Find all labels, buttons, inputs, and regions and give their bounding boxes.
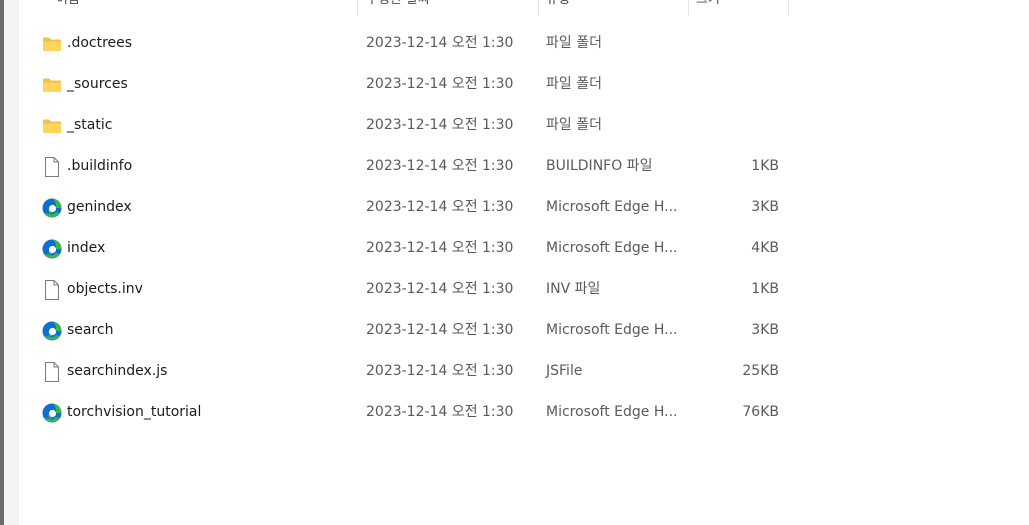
file-icon <box>41 279 63 301</box>
file-size: 1KB <box>751 158 779 174</box>
column-header-size[interactable]: 크기 <box>696 0 720 16</box>
file-name: _static <box>67 117 113 133</box>
file-type: 파일 폴더 <box>546 76 602 92</box>
column-divider[interactable] <box>357 0 358 16</box>
file-size: 25KB <box>742 363 779 379</box>
file-size <box>679 64 779 105</box>
file-name: searchindex.js <box>67 363 168 379</box>
file-type: Microsoft Edge H... <box>546 404 678 420</box>
file-name: search <box>67 322 114 338</box>
file-row[interactable]: .doctrees 2023-12-14 오전 1:30 파일 폴더 <box>19 23 1029 64</box>
file-name: .buildinfo <box>67 158 133 174</box>
file-name: objects.inv <box>67 281 143 297</box>
file-modified-date: 2023-12-14 오전 1:30 <box>366 404 514 420</box>
column-header-name[interactable]: 이름 <box>56 0 80 16</box>
file-modified-date: 2023-12-14 오전 1:30 <box>366 322 514 338</box>
file-size: 3KB <box>751 199 779 215</box>
file-type: 파일 폴더 <box>546 35 602 51</box>
file-row[interactable]: index 2023-12-14 오전 1:30 Microsoft Edge H.… <box>19 228 1029 269</box>
file-row[interactable]: search 2023-12-14 오전 1:30 Microsoft Edge H… <box>19 310 1029 351</box>
file-size: 4KB <box>751 240 779 256</box>
column-header-type[interactable]: 유형 <box>546 0 570 16</box>
file-icon <box>41 361 63 383</box>
file-type: Microsoft Edge H... <box>546 322 678 338</box>
file-type: Microsoft Edge H... <box>546 240 678 256</box>
file-size: 76KB <box>742 404 779 420</box>
folder-icon <box>41 74 63 96</box>
file-row[interactable]: torchvision_tutorial 2023-12-14 오전 1:30 Mi… <box>19 392 1029 433</box>
file-row[interactable]: objects.inv 2023-12-14 오전 1:30 INV 파일 1KB <box>19 269 1029 310</box>
column-divider[interactable] <box>788 0 789 16</box>
file-modified-date: 2023-12-14 오전 1:30 <box>366 240 514 256</box>
file-list: .doctrees 2023-12-14 오전 1:30 파일 폴더 _sources… <box>19 23 1029 433</box>
folder-icon <box>41 115 63 137</box>
file-type: BUILDINFO 파일 <box>546 158 653 174</box>
column-header-date[interactable]: 수정한 날짜 <box>366 0 430 16</box>
column-divider[interactable] <box>538 0 539 16</box>
file-size: 1KB <box>751 281 779 297</box>
file-row[interactable]: _static 2023-12-14 오전 1:30 파일 폴더 <box>19 105 1029 146</box>
edge-icon <box>41 238 63 260</box>
file-size <box>679 105 779 146</box>
file-type: INV 파일 <box>546 281 601 297</box>
file-size: 3KB <box>751 322 779 338</box>
file-modified-date: 2023-12-14 오전 1:30 <box>366 363 514 379</box>
file-modified-date: 2023-12-14 오전 1:30 <box>366 117 514 133</box>
column-header-row: 이름 수정한 날짜 유형 크기 <box>19 0 1029 16</box>
file-type: Microsoft Edge H... <box>546 199 678 215</box>
file-name: .doctrees <box>67 35 133 51</box>
edge-icon <box>41 197 63 219</box>
file-type: 파일 폴더 <box>546 117 602 133</box>
edge-icon <box>41 320 63 342</box>
file-modified-date: 2023-12-14 오전 1:30 <box>366 76 514 92</box>
column-divider[interactable] <box>688 0 689 16</box>
file-name: index <box>67 240 106 256</box>
file-row[interactable]: genindex 2023-12-14 오전 1:30 Microsoft Edge… <box>19 187 1029 228</box>
file-row[interactable]: searchindex.js 2023-12-14 오전 1:30 JSFile 25… <box>19 351 1029 392</box>
edge-icon <box>41 402 63 424</box>
file-modified-date: 2023-12-14 오전 1:30 <box>366 199 514 215</box>
file-modified-date: 2023-12-14 오전 1:30 <box>366 35 514 51</box>
file-size <box>679 23 779 64</box>
file-icon <box>41 156 63 178</box>
file-name: _sources <box>67 76 128 92</box>
file-name: torchvision_tutorial <box>67 404 202 420</box>
file-modified-date: 2023-12-14 오전 1:30 <box>366 158 514 174</box>
file-row[interactable]: _sources 2023-12-14 오전 1:30 파일 폴더 <box>19 64 1029 105</box>
navigation-pane-edge <box>4 0 19 525</box>
file-name: genindex <box>67 199 132 215</box>
file-modified-date: 2023-12-14 오전 1:30 <box>366 281 514 297</box>
file-row[interactable]: .buildinfo 2023-12-14 오전 1:30 BUILDINFO 파일… <box>19 146 1029 187</box>
folder-icon <box>41 33 63 55</box>
file-type: JSFile <box>546 363 583 379</box>
